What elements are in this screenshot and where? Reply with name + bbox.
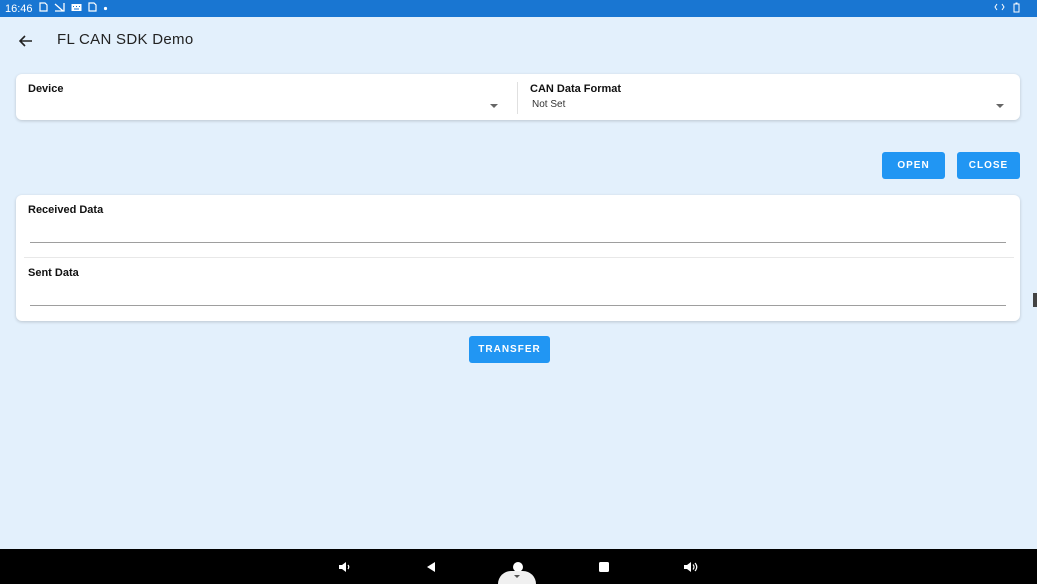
status-right xyxy=(994,2,1032,16)
close-button[interactable]: CLOSE xyxy=(957,152,1020,179)
device-label: Device xyxy=(28,83,64,95)
volume-down-icon xyxy=(339,562,350,572)
app-bar: FL CAN SDK Demo xyxy=(0,17,1037,65)
received-data-field[interactable] xyxy=(30,225,1006,243)
can-format-value: Not Set xyxy=(532,99,566,110)
edge-handle[interactable] xyxy=(1033,293,1037,307)
data-card: Received Data Sent Data xyxy=(16,195,1020,321)
sent-data-field[interactable] xyxy=(30,288,1006,306)
page-title: FL CAN SDK Demo xyxy=(57,31,194,48)
volume-up-button[interactable] xyxy=(682,558,700,576)
status-time: 16:46 xyxy=(5,2,33,15)
ethernet-icon xyxy=(994,3,1005,14)
sent-data-section: Sent Data xyxy=(16,258,1020,320)
signal-off-icon xyxy=(54,2,65,15)
back-triangle-icon xyxy=(427,562,435,572)
sent-data-label: Sent Data xyxy=(28,267,79,279)
sim-icon xyxy=(87,2,97,15)
volume-down-button[interactable] xyxy=(336,558,354,576)
sim-icon xyxy=(38,2,48,15)
arrow-left-icon xyxy=(19,35,32,47)
settings-card: Device CAN Data Format Not Set xyxy=(16,74,1020,120)
navigation-bar xyxy=(0,549,1037,584)
status-bar: 16:46 xyxy=(0,0,1037,17)
battery-icon xyxy=(1013,2,1020,16)
can-format-select[interactable]: CAN Data Format Not Set xyxy=(518,74,1020,120)
nav-drawer-handle[interactable] xyxy=(498,571,536,584)
can-format-label: CAN Data Format xyxy=(530,83,622,95)
nav-back-button[interactable] xyxy=(422,558,440,576)
keyboard-icon xyxy=(71,3,82,15)
transfer-button[interactable]: TRANSFER xyxy=(469,336,550,363)
received-data-label: Received Data xyxy=(28,204,104,216)
device-select[interactable]: Device xyxy=(16,74,517,120)
chevron-down-icon xyxy=(996,104,1004,108)
chevron-down-icon xyxy=(514,575,520,578)
recents-square-icon xyxy=(599,562,609,572)
chevron-down-icon xyxy=(490,104,498,108)
dot-icon xyxy=(103,3,108,14)
volume-up-icon xyxy=(684,562,698,572)
status-left: 16:46 xyxy=(5,2,108,15)
nav-recents-button[interactable] xyxy=(595,558,613,576)
received-data-section: Received Data xyxy=(16,195,1020,257)
open-button[interactable]: OPEN xyxy=(882,152,945,179)
back-button[interactable] xyxy=(14,29,38,53)
